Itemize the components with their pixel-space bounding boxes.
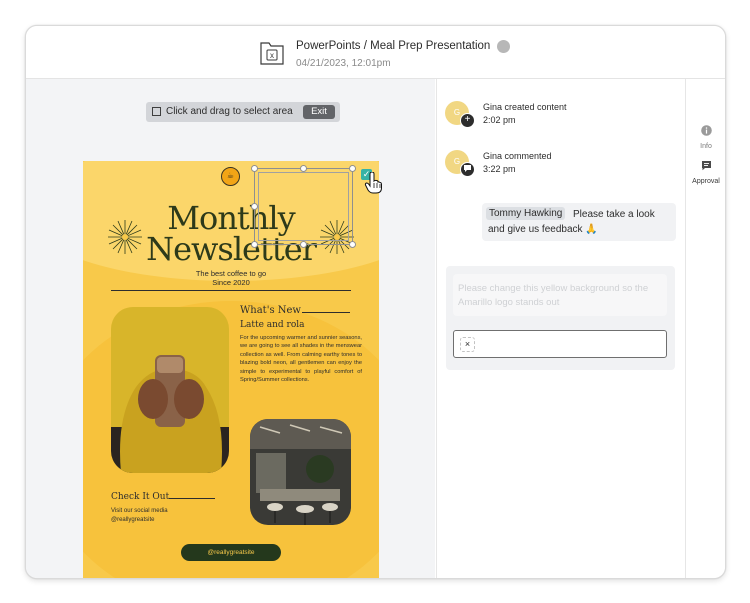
comment-icon: [460, 162, 475, 177]
selection-handle[interactable]: [349, 165, 356, 172]
file-date: 04/21/2023, 12:01pm: [296, 58, 391, 69]
selection-handle[interactable]: [251, 203, 258, 210]
latte-photo: [111, 307, 229, 473]
selection-inner: [258, 172, 349, 241]
select-area-label: Click and drag to select area: [166, 106, 293, 117]
checkit-heading: Check It Out: [111, 492, 170, 502]
review-window: x PowerPoints / Meal Prep Presentation 0…: [25, 25, 726, 579]
rail-item-approval[interactable]: Approval: [686, 158, 725, 185]
attachment-field[interactable]: ×: [453, 330, 667, 358]
reply-panel: Please change this yellow background so …: [446, 266, 675, 370]
selection-handle[interactable]: [251, 165, 258, 172]
reply-input[interactable]: Please change this yellow background so …: [453, 274, 667, 316]
info-icon: [700, 125, 712, 136]
file-x-icon: x: [260, 42, 284, 65]
divider: [302, 312, 350, 313]
mention-tag[interactable]: Tommy Hawking: [486, 207, 566, 220]
divider: [169, 498, 215, 499]
status-indicator: [497, 40, 510, 53]
activity-time: 3:22 pm: [483, 164, 516, 174]
hand-cursor-icon: [364, 172, 382, 194]
selection-handle[interactable]: [349, 241, 356, 248]
file-icon-letter: x: [270, 51, 274, 60]
poster-tagline-1: The best coffee to go: [195, 269, 267, 278]
rail-label: Info: [700, 143, 712, 150]
file-header: x PowerPoints / Meal Prep Presentation 0…: [26, 26, 725, 79]
comment-bubble: Tommy Hawking Please take a look and giv…: [482, 203, 676, 241]
selection-rectangle[interactable]: [254, 168, 353, 245]
plus-icon: +: [460, 113, 475, 128]
rail-item-info[interactable]: Info: [686, 123, 725, 150]
exit-button[interactable]: Exit: [303, 105, 335, 119]
cafe-photo: [250, 419, 351, 525]
activity-time: 2:02 pm: [483, 115, 516, 125]
site-pill: @reallygreatsite: [181, 544, 281, 561]
remove-attachment-button[interactable]: ×: [460, 337, 475, 352]
activity-item: G + Gina created content 2:02 pm: [445, 101, 681, 129]
poster-body-text: For the upcoming warmer and sunnier seas…: [240, 335, 362, 384]
comment-text: Please take a look: [573, 209, 655, 220]
selection-handle[interactable]: [251, 241, 258, 248]
poster-tagline-2: Since 2020: [212, 278, 250, 287]
crop-icon: [152, 107, 161, 116]
coffee-logo-icon: ☕: [221, 167, 240, 186]
approval-icon: [701, 161, 711, 171]
rail-label: Approval: [692, 178, 720, 185]
checkit-line-2: @reallygreatsite: [111, 517, 155, 523]
activity-title: Gina commented: [483, 151, 552, 161]
activity-item: G Gina commented 3:22 pm: [445, 150, 681, 178]
comment-text: and give us feedback 🙏: [488, 224, 598, 235]
section-heading: What's New: [240, 305, 301, 316]
activity-title: Gina created content: [483, 102, 567, 112]
file-title: PowerPoints / Meal Prep Presentation: [296, 40, 491, 52]
divider: [111, 290, 351, 291]
select-area-toolbar: Click and drag to select area Exit: [146, 102, 340, 122]
reply-placeholder: Please change this yellow background so …: [458, 283, 649, 308]
activity-panel: G + Gina created content 2:02 pm G Gina …: [436, 79, 686, 578]
selection-handle[interactable]: [300, 241, 307, 248]
canvas-area[interactable]: Click and drag to select area Exit ☕ Mon…: [26, 79, 435, 578]
sub-heading: Latte and rola: [240, 320, 305, 330]
checkit-line-1: Visit our social media: [111, 508, 168, 514]
side-icon-rail: Info Approval: [685, 79, 725, 578]
selection-handle[interactable]: [300, 165, 307, 172]
